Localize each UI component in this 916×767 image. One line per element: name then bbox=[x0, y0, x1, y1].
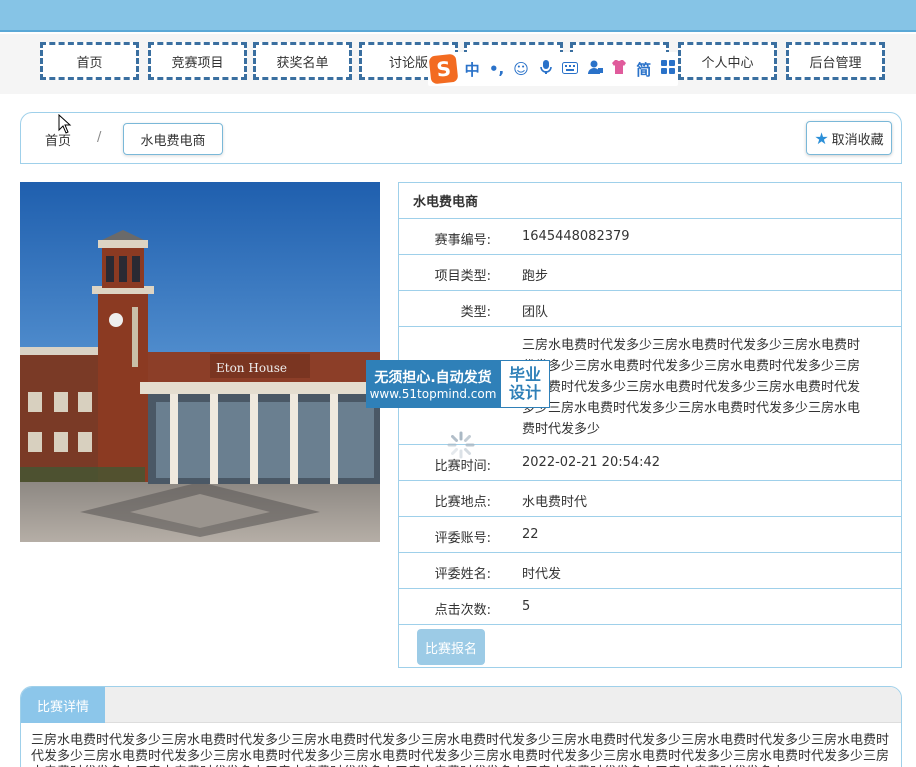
field-label: 类型: bbox=[460, 305, 491, 320]
signup-row: 比赛报名 bbox=[399, 625, 901, 671]
ime-simplified-icon[interactable]: 简 bbox=[634, 59, 654, 80]
watermark-left: 无须担心.自动发货 www.51topmind.com bbox=[366, 360, 500, 408]
field-value: 团队 bbox=[522, 305, 549, 320]
breadcrumb-separator: / bbox=[97, 130, 102, 145]
tab-competition-detail[interactable]: 比赛详情 bbox=[21, 687, 105, 723]
ime-toolbar[interactable]: S 中 •, ☺ 简 bbox=[428, 52, 678, 86]
nav-competitions[interactable]: 竞赛项目 bbox=[148, 42, 247, 80]
breadcrumb-current: 水电费电商 bbox=[123, 123, 223, 155]
detail-title: 水电费电商 bbox=[399, 183, 901, 219]
ime-skin-icon[interactable] bbox=[609, 59, 629, 79]
unfavorite-button[interactable]: ★ 取消收藏 bbox=[806, 121, 892, 155]
nav-home[interactable]: 首页 bbox=[40, 42, 139, 80]
panel-body-text: 三房水电费时代发多少三房水电费时代发多少三房水电费时代发多少三房水电费时代发多少… bbox=[31, 733, 890, 767]
ime-punctuation-icon[interactable]: •, bbox=[487, 60, 507, 78]
field-label: 比赛地点: bbox=[434, 495, 491, 510]
detail-row-location: 比赛地点: 水电费时代 bbox=[399, 481, 901, 517]
field-value: 水电费时代 bbox=[522, 495, 588, 510]
nav-admin[interactable]: 后台管理 bbox=[786, 42, 885, 80]
ime-user-icon[interactable] bbox=[585, 59, 605, 79]
ime-more-icon[interactable] bbox=[658, 60, 678, 78]
intro-text: 三房水电费时代发多少三房水电费时代发多少三房水电费时代发多少三房水电费时代发多少… bbox=[522, 338, 861, 437]
ime-voice-icon[interactable] bbox=[536, 59, 556, 79]
unfavorite-label: 取消收藏 bbox=[831, 132, 884, 148]
loading-spinner-icon bbox=[447, 431, 475, 459]
field-value: 跑步 bbox=[522, 269, 549, 284]
detail-row-project-type: 项目类型: 跑步 bbox=[399, 255, 901, 291]
detail-row-clicks: 点击次数: 5 bbox=[399, 589, 901, 625]
breadcrumb: 首页 / 水电费电商 ★ 取消收藏 bbox=[20, 112, 902, 164]
nav-profile[interactable]: 个人中心 bbox=[678, 42, 777, 80]
watermark-right1: 毕业 bbox=[508, 365, 541, 384]
competition-detail-table: 水电费电商 赛事编号: 1645448082379 项目类型: 跑步 类型: 团… bbox=[398, 182, 902, 668]
watermark-line1: 无须担心.自动发货 bbox=[374, 370, 492, 386]
competition-photo: Eton House bbox=[20, 182, 380, 542]
field-value: 时代发 bbox=[522, 567, 562, 582]
field-label: 比赛时间: bbox=[434, 459, 491, 474]
watermark-banner: 无须担心.自动发货 www.51topmind.com 毕业 设计 bbox=[366, 360, 550, 408]
ime-emoji-icon[interactable]: ☺ bbox=[511, 60, 531, 78]
mouse-cursor-icon bbox=[58, 114, 72, 134]
detail-panel: 比赛详情 三房水电费时代发多少三房水电费时代发多少三房水电费时代发多少三房水电费… bbox=[20, 686, 902, 767]
field-value: 1645448082379 bbox=[522, 229, 630, 244]
field-label: 评委姓名: bbox=[434, 567, 491, 582]
sogou-logo-icon[interactable]: S bbox=[428, 53, 459, 85]
ime-keyboard-icon[interactable] bbox=[560, 60, 580, 78]
photo-sign-text: Eton House bbox=[216, 361, 287, 375]
detail-row-judge-account: 评委账号: 22 bbox=[399, 517, 901, 553]
field-value: 2022-02-21 20:54:42 bbox=[522, 455, 661, 470]
detail-row-type: 类型: 团队 bbox=[399, 291, 901, 327]
nav-winners[interactable]: 获奖名单 bbox=[253, 42, 352, 80]
field-value: 22 bbox=[522, 527, 539, 542]
field-label: 赛事编号: bbox=[434, 233, 491, 248]
field-label: 评委账号: bbox=[434, 531, 491, 546]
top-banner bbox=[0, 0, 916, 32]
panel-header: 比赛详情 bbox=[21, 687, 901, 723]
field-label: 项目类型: bbox=[434, 269, 491, 284]
watermark-right: 毕业 设计 bbox=[500, 360, 550, 408]
detail-row-id: 赛事编号: 1645448082379 bbox=[399, 219, 901, 255]
field-value: 5 bbox=[522, 599, 531, 614]
ime-chinese-mode-icon[interactable]: 中 bbox=[462, 59, 482, 80]
watermark-line2: www.51topmind.com bbox=[369, 387, 497, 401]
star-icon: ★ bbox=[814, 128, 829, 148]
signup-button[interactable]: 比赛报名 bbox=[417, 629, 485, 665]
watermark-right2: 设计 bbox=[508, 383, 541, 402]
detail-row-judge-name: 评委姓名: 时代发 bbox=[399, 553, 901, 589]
field-label: 点击次数: bbox=[434, 603, 491, 618]
